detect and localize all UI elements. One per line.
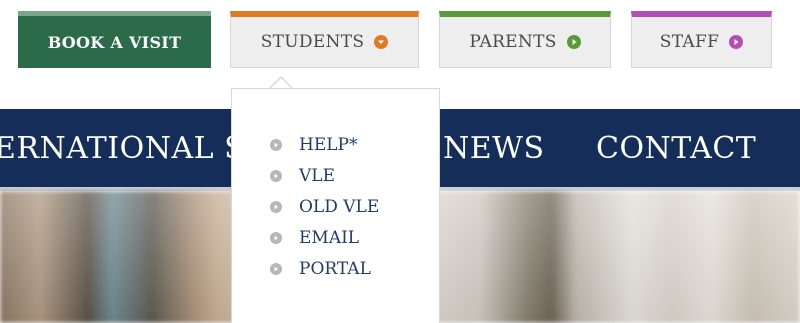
- nav-item-international[interactable]: ERNATIONAL S: [0, 109, 245, 187]
- play-circle-icon: [270, 200, 282, 213]
- dropdown-item-old-vle[interactable]: OLD VLE: [270, 191, 379, 222]
- dropdown-item-help[interactable]: HELP*: [270, 129, 379, 160]
- nav-item-news[interactable]: NEWS: [443, 109, 545, 187]
- students-dropdown-menu: HELP* VLE OLD VLE EMAIL PORTAL: [231, 88, 440, 323]
- dropdown-item-email[interactable]: EMAIL: [270, 222, 379, 253]
- top-bar: BOOK A VISIT STUDENTS PARENTS STAFF: [0, 0, 800, 88]
- play-circle-icon: [729, 35, 744, 49]
- dropdown-item-label: EMAIL: [299, 227, 360, 248]
- nav-item-contact[interactable]: CONTACT: [596, 109, 756, 187]
- dropdown-item-label: PORTAL: [299, 258, 371, 279]
- staff-label: STAFF: [659, 32, 720, 52]
- staff-button[interactable]: STAFF: [631, 11, 772, 68]
- parents-label: PARENTS: [469, 32, 557, 52]
- dropdown-item-label: VLE: [299, 165, 335, 186]
- chevron-down-circle-icon: [374, 35, 389, 49]
- play-circle-icon: [270, 138, 282, 151]
- students-button[interactable]: STUDENTS: [230, 11, 419, 68]
- play-circle-icon: [270, 231, 282, 244]
- dropdown-item-vle[interactable]: VLE: [270, 160, 379, 191]
- students-label: STUDENTS: [260, 32, 365, 52]
- dropdown-list: HELP* VLE OLD VLE EMAIL PORTAL: [270, 129, 379, 284]
- dropdown-item-label: OLD VLE: [299, 196, 380, 217]
- play-circle-icon: [270, 169, 282, 182]
- book-visit-label: BOOK A VISIT: [47, 32, 182, 52]
- book-visit-button[interactable]: BOOK A VISIT: [18, 11, 211, 68]
- dropdown-item-portal[interactable]: PORTAL: [270, 253, 379, 284]
- dropdown-item-label: HELP*: [299, 134, 358, 155]
- play-circle-icon: [270, 262, 282, 275]
- play-circle-icon: [566, 35, 581, 49]
- parents-button[interactable]: PARENTS: [439, 11, 611, 68]
